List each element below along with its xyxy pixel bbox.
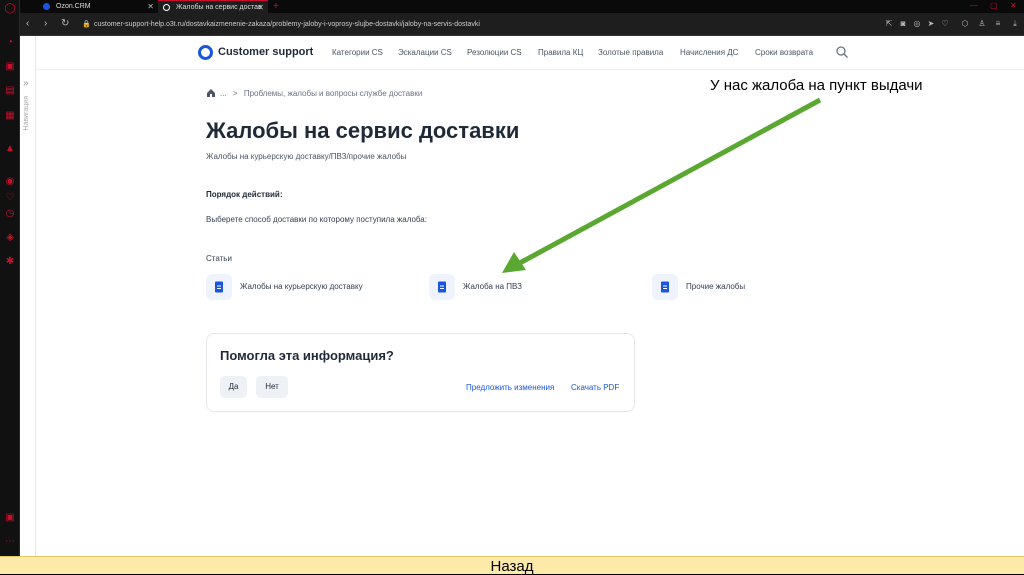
twitch-icon[interactable]: ▤ [4,85,16,97]
flame-icon[interactable]: ▲ [4,143,16,155]
breadcrumb-current[interactable]: Проблемы, жалобы и вопросы службе достав… [244,89,422,98]
no-button[interactable]: Нет [256,376,288,398]
tab-ozon-crm[interactable]: Ozon.CRM ✕ [38,0,158,13]
site-favicon-icon [163,4,170,11]
menu-return-terms[interactable]: Сроки возврата [755,48,813,57]
address-bar: ‹ › ↻ 🔒 customer-support-help.o3t.ru/dos… [20,13,1024,36]
suggest-changes-link[interactable]: Предложить изменения [466,383,554,392]
maximize-icon[interactable]: ▢ [990,0,998,12]
url-field[interactable]: customer-support-help.o3t.ru/dostavkaizm… [94,18,874,31]
back-bar[interactable]: Назад [0,556,1024,575]
steps-title: Порядок действий: [206,190,283,199]
expand-chevron-icon[interactable]: » [23,78,29,89]
page-title: Жалобы на сервис доставки [206,118,520,143]
box-icon[interactable]: ◈ [4,232,16,244]
calendar-icon[interactable]: ▦ [4,110,16,122]
menu-resolutions[interactable]: Резолюции CS [467,48,522,57]
article-label: Жалобы на курьерскую доставку [240,282,363,291]
menu-accruals[interactable]: Начисления ДС [680,48,738,57]
breadcrumb-separator: > [232,89,238,98]
yes-button[interactable]: Да [220,376,247,398]
menu-golden-rules[interactable]: Золотые правила [598,48,663,57]
forward-arrow-icon[interactable]: › [44,18,47,29]
player-icon[interactable]: ◉ [4,176,16,188]
annotation-text: У нас жалоба на пункт выдачи [710,77,923,94]
reload-icon[interactable]: ↻ [61,18,69,29]
more-icon[interactable]: ⋯ [4,536,16,548]
vpn-icon[interactable]: ◎ [912,19,922,29]
menu-escalations[interactable]: Эскалации CS [398,48,452,57]
settings-icon[interactable]: ✱ [4,256,16,268]
feedback-card: Помогла эта информация? Да Нет Предложит… [206,333,635,412]
rail-label: Навигация [23,96,30,131]
menu-icon[interactable]: ≡ [993,19,1003,29]
tab-label: Ozon.CRM [56,3,91,10]
logo-text[interactable]: Customer support [218,46,313,58]
tab-label: Жалобы на сервис достав [176,4,262,11]
new-tab-button[interactable]: + [270,0,284,13]
download-pdf-link[interactable]: Скачать PDF [571,383,619,392]
document-icon [206,274,232,300]
heart-icon[interactable]: ♡ [4,192,16,204]
ozon-favicon-icon [43,3,50,10]
share-icon[interactable]: ⇱ [884,19,894,29]
article-label: Жалоба на ПВЗ [463,282,522,291]
steps-text: Выберете способ доставки по которому пос… [206,215,427,224]
opera-logo-icon[interactable]: ◯ [4,3,16,15]
back-arrow-icon[interactable]: ‹ [26,18,29,29]
minimize-icon[interactable]: — [970,0,978,12]
article-label: Прочие жалобы [686,282,746,291]
bag-icon[interactable]: ▣ [4,61,16,73]
speed-dial-icon[interactable]: ◔ [4,37,16,49]
camera-icon[interactable]: ◙ [898,19,908,29]
articles-label: Статьи [206,254,232,263]
navigation-rail[interactable]: » Навигация [20,36,36,556]
download-icon[interactable]: ⤓ [1010,19,1020,29]
close-tab-icon[interactable]: ✕ [257,1,264,13]
sidebar-setup-icon[interactable]: ▣ [4,512,16,524]
breadcrumb-ellipsis[interactable]: ... [220,89,227,98]
menu-rules[interactable]: Правила КЦ [538,48,583,57]
bookmark-icon[interactable]: ♡ [940,19,950,29]
account-icon[interactable]: ♙ [977,19,987,29]
close-window-icon[interactable]: ✕ [1010,0,1017,12]
search-icon[interactable] [836,46,848,58]
send-icon[interactable]: ➤ [926,19,936,29]
document-icon [652,274,678,300]
tab-bar: Ozon.CRM ✕ Жалобы на сервис достав ✕ + —… [20,0,1024,13]
breadcrumb: ... > Проблемы, жалобы и вопросы службе … [220,89,422,98]
feedback-title: Помогла эта информация? [220,348,394,363]
history-icon[interactable]: ◷ [4,208,16,220]
menu-categories[interactable]: Категории CS [332,48,383,57]
tab-complaints[interactable]: Жалобы на сервис достав ✕ [158,0,268,13]
lock-icon: 🔒 [82,21,91,28]
back-button[interactable]: Назад [0,558,1024,575]
extensions-icon[interactable]: ⬡ [960,19,970,29]
document-icon [429,274,455,300]
browser-sidebar: ◯ ◔ ▣ ▤ ▦ ▲ ◉ ♡ ◷ ◈ ✱ ▣ ⋯ [0,0,20,556]
web-page: » Навигация Customer support Категории C… [20,36,1024,556]
close-tab-icon[interactable]: ✕ [147,0,154,13]
site-header: Customer support Категории CS Эскалации … [36,36,1024,70]
home-icon[interactable] [206,88,216,98]
page-subtitle: Жалобы на курьерскую доставку/ПВЗ/прочие… [206,152,407,161]
logo-icon[interactable] [198,45,213,60]
